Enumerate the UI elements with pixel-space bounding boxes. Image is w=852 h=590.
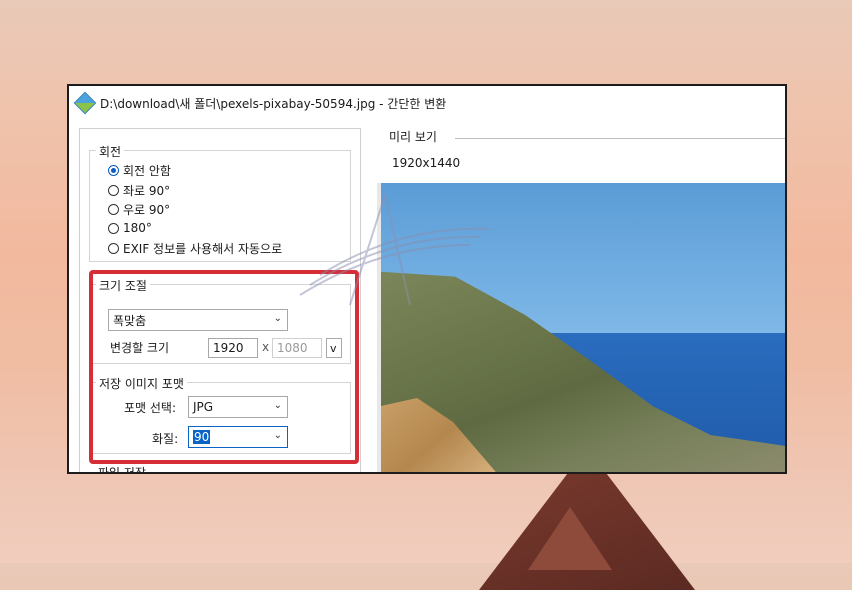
radio-selected-icon: [108, 165, 119, 176]
radio-icon: [108, 222, 119, 234]
preview-image: [377, 183, 785, 472]
size-separator: x: [262, 340, 270, 354]
title-bar: D:\download\새 폴더\pexels-pixabay-50594.jp…: [69, 86, 785, 120]
target-size-label: 변경할 크기: [110, 341, 170, 355]
preview-resolution: 1920x1440: [392, 156, 461, 170]
radio-label: 좌로 90°: [123, 184, 171, 198]
app-icon: [73, 91, 97, 115]
save-format-legend: 저장 이미지 포맷: [96, 375, 187, 392]
radio-label: 우로 90°: [123, 203, 171, 217]
radio-rotate-left-90[interactable]: 좌로 90°: [108, 182, 170, 199]
radio-no-rotation[interactable]: 회전 안함: [108, 162, 171, 179]
radio-rotate-right-90[interactable]: 우로 90°: [108, 201, 170, 218]
quality-label: 화질:: [152, 432, 179, 446]
resize-legend: 크기 조절: [96, 277, 150, 294]
rotation-legend: 회전: [96, 143, 125, 160]
chevron-down-icon: ⌄: [273, 430, 282, 441]
size-options-button[interactable]: v: [326, 338, 342, 358]
radio-rotate-180[interactable]: 180°: [108, 221, 152, 235]
preview-label: 미리 보기: [389, 130, 437, 144]
chevron-down-icon: ⌄: [273, 313, 282, 324]
radio-label: EXIF 정보를 사용해서 자동으로: [123, 242, 283, 256]
chevron-down-icon: ⌄: [273, 400, 282, 411]
height-input[interactable]: 1080: [272, 338, 322, 358]
conversion-window: D:\download\새 폴더\pexels-pixabay-50594.jp…: [67, 84, 787, 474]
window-title: D:\download\새 폴더\pexels-pixabay-50594.jp…: [100, 96, 447, 111]
radio-exif-auto[interactable]: EXIF 정보를 사용해서 자동으로: [108, 240, 282, 257]
radio-label: 회전 안함: [123, 164, 171, 178]
file-save-legend: 파일 저장: [98, 466, 146, 474]
resize-mode-value: 폭맞춤: [113, 313, 147, 328]
format-value: JPG: [193, 400, 214, 414]
radio-label: 180°: [123, 221, 152, 235]
quality-value: 90: [193, 430, 211, 444]
preview-divider: [455, 138, 785, 139]
radio-icon: [108, 185, 119, 196]
radio-icon: [108, 204, 119, 215]
width-input[interactable]: 1920: [208, 338, 258, 358]
radio-icon: [108, 243, 119, 254]
size-options-label: v: [330, 341, 337, 355]
format-label: 포맷 선택:: [124, 401, 177, 415]
quality-select[interactable]: 90 ⌄: [188, 426, 288, 448]
options-panel: 회전 회전 안함 좌로 90° 우로 90° 180° EXIF 정보를 사용해…: [79, 128, 361, 474]
format-select[interactable]: JPG ⌄: [188, 396, 288, 418]
resize-mode-select[interactable]: 폭맞춤 ⌄: [108, 309, 288, 331]
